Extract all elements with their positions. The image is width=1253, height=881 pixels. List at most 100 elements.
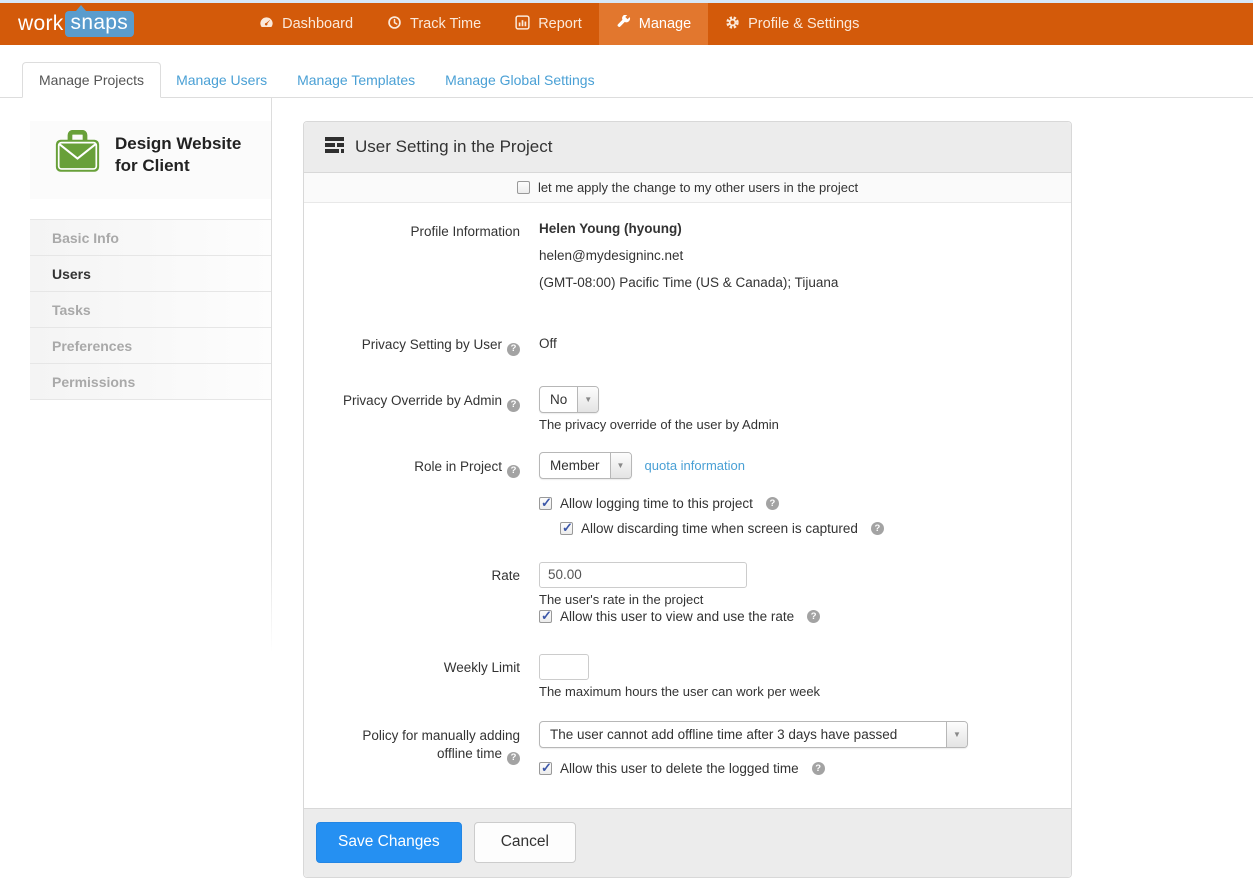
tab-manage-templates[interactable]: Manage Templates	[282, 62, 430, 98]
profile-information-row: Profile Information Helen Young (hyoung)…	[304, 221, 1071, 302]
nav-item-dashboard[interactable]: Dashboard	[242, 3, 370, 45]
help-icon[interactable]: ?	[507, 752, 520, 765]
weekly-limit-label: Weekly Limit	[304, 654, 520, 699]
nav-item-track-time[interactable]: Track Time	[370, 3, 498, 45]
allow-logging-checkbox[interactable]	[539, 497, 552, 510]
user-timezone-value: (GMT-08:00) Pacific Time (US & Canada); …	[539, 275, 1071, 290]
rate-input[interactable]	[539, 562, 747, 588]
main-navbar: worksnaps Dashboard Track Time Report Ma…	[0, 3, 1253, 45]
allow-discarding-label: Allow discarding time when screen is cap…	[581, 521, 858, 536]
panel-title: User Setting in the Project	[355, 137, 552, 157]
tab-manage-projects[interactable]: Manage Projects	[22, 62, 161, 98]
nav-menu: Dashboard Track Time Report Manage Profi…	[242, 3, 876, 45]
help-icon[interactable]: ?	[812, 762, 825, 775]
sidebar-item-basic-info[interactable]: Basic Info	[30, 220, 271, 256]
nav-item-report[interactable]: Report	[498, 3, 599, 45]
sidebar-item-users[interactable]: Users	[30, 256, 271, 292]
role-in-project-row: Role in Project? Member ▼ quota informat…	[304, 452, 1071, 536]
report-icon	[515, 15, 530, 34]
user-name-value: Helen Young (hyoung)	[539, 221, 1071, 236]
privacy-override-row: Privacy Override by Admin? No ▼ The priv…	[304, 386, 1071, 432]
offline-policy-selected-value: The user cannot add offline time after 3…	[540, 722, 946, 747]
weekly-limit-input[interactable]	[539, 654, 589, 680]
privacy-override-selected-value: No	[540, 387, 577, 412]
dropdown-arrow-icon: ▼	[946, 722, 967, 747]
briefcase-icon	[54, 130, 101, 179]
user-email-value: helen@mydesigninc.net	[539, 248, 1071, 263]
clock-icon	[387, 15, 402, 34]
apply-to-others-checkbox[interactable]	[517, 181, 530, 194]
tasks-icon	[325, 137, 344, 158]
privacy-override-label: Privacy Override by Admin?	[304, 386, 520, 432]
allow-delete-row: Allow this user to delete the logged tim…	[539, 761, 1071, 776]
logo-text-work: work	[18, 12, 64, 36]
dashboard-icon	[259, 15, 274, 34]
nav-item-label: Report	[538, 16, 582, 32]
help-icon[interactable]: ?	[507, 399, 520, 412]
privacy-setting-value: Off	[539, 336, 1071, 356]
sidebar-item-preferences[interactable]: Preferences	[30, 328, 271, 364]
role-in-project-label: Role in Project?	[304, 452, 520, 536]
privacy-setting-label: Privacy Setting by User?	[304, 336, 520, 356]
allow-delete-checkbox[interactable]	[539, 762, 552, 775]
panel-footer: Save Changes Cancel	[304, 808, 1071, 877]
offline-policy-select[interactable]: The user cannot add offline time after 3…	[539, 721, 968, 748]
dropdown-arrow-icon: ▼	[577, 387, 598, 412]
rate-row: Rate The user's rate in the project Allo…	[304, 562, 1071, 624]
help-icon[interactable]: ?	[766, 497, 779, 510]
tab-manage-global-settings[interactable]: Manage Global Settings	[430, 62, 609, 98]
tab-manage-users[interactable]: Manage Users	[161, 62, 282, 98]
project-card: Design Website for Client	[30, 121, 271, 199]
role-select[interactable]: Member ▼	[539, 452, 632, 479]
nav-item-manage[interactable]: Manage	[599, 3, 708, 45]
allow-logging-row: Allow logging time to this project?	[539, 496, 1071, 511]
nav-item-profile-settings[interactable]: Profile & Settings	[708, 3, 876, 45]
privacy-setting-row: Privacy Setting by User? Off	[304, 336, 1071, 356]
apply-to-others-row: let me apply the change to my other user…	[304, 173, 1071, 203]
allow-rate-checkbox[interactable]	[539, 610, 552, 623]
help-icon[interactable]: ?	[871, 522, 884, 535]
weekly-limit-row: Weekly Limit The maximum hours the user …	[304, 654, 1071, 699]
sidebar-item-permissions[interactable]: Permissions	[30, 364, 271, 400]
rate-label: Rate	[304, 562, 520, 624]
rate-help-text: The user's rate in the project	[539, 592, 1071, 607]
help-icon[interactable]: ?	[507, 343, 520, 356]
allow-delete-label: Allow this user to delete the logged tim…	[560, 761, 799, 776]
help-icon[interactable]: ?	[507, 465, 520, 478]
user-setting-panel: User Setting in the Project let me apply…	[303, 121, 1072, 878]
save-changes-button[interactable]: Save Changes	[316, 822, 462, 863]
allow-rate-row: Allow this user to view and use the rate…	[539, 609, 1071, 624]
role-selected-value: Member	[540, 453, 610, 478]
help-icon[interactable]: ?	[807, 610, 820, 623]
panel-header: User Setting in the Project	[304, 122, 1071, 173]
apply-to-others-label: let me apply the change to my other user…	[538, 180, 858, 195]
offline-policy-label: Policy for manually adding offline time?	[304, 721, 520, 776]
dropdown-arrow-icon: ▼	[610, 453, 631, 478]
nav-item-label: Profile & Settings	[748, 16, 859, 32]
nav-item-label: Manage	[639, 16, 691, 32]
sidebar-divider	[271, 98, 272, 653]
privacy-override-select[interactable]: No ▼	[539, 386, 599, 413]
allow-rate-label: Allow this user to view and use the rate	[560, 609, 794, 624]
quota-information-link[interactable]: quota information	[645, 458, 745, 473]
nav-item-label: Track Time	[410, 16, 481, 32]
user-setting-form: Profile Information Helen Young (hyoung)…	[304, 203, 1071, 808]
weekly-limit-help-text: The maximum hours the user can work per …	[539, 684, 1071, 699]
offline-policy-row: Policy for manually adding offline time?…	[304, 721, 1071, 776]
profile-information-label: Profile Information	[304, 221, 520, 302]
allow-discarding-row: Allow discarding time when screen is cap…	[560, 521, 1071, 536]
privacy-override-help-text: The privacy override of the user by Admi…	[539, 417, 1071, 432]
project-menu: Basic Info Users Tasks Preferences Permi…	[30, 219, 271, 400]
worksnaps-logo[interactable]: worksnaps	[18, 3, 134, 45]
manage-tabs: Manage Projects Manage Users Manage Temp…	[0, 62, 1253, 98]
allow-discarding-checkbox[interactable]	[560, 522, 573, 535]
project-sidebar: Design Website for Client Basic Info Use…	[30, 121, 271, 400]
gear-icon	[725, 15, 740, 34]
logo-text-snaps: snaps	[65, 11, 135, 37]
sidebar-item-tasks[interactable]: Tasks	[30, 292, 271, 328]
wrench-icon	[616, 15, 631, 34]
nav-item-label: Dashboard	[282, 16, 353, 32]
allow-logging-label: Allow logging time to this project	[560, 496, 753, 511]
project-title: Design Website for Client	[115, 130, 265, 179]
cancel-button[interactable]: Cancel	[474, 822, 576, 863]
